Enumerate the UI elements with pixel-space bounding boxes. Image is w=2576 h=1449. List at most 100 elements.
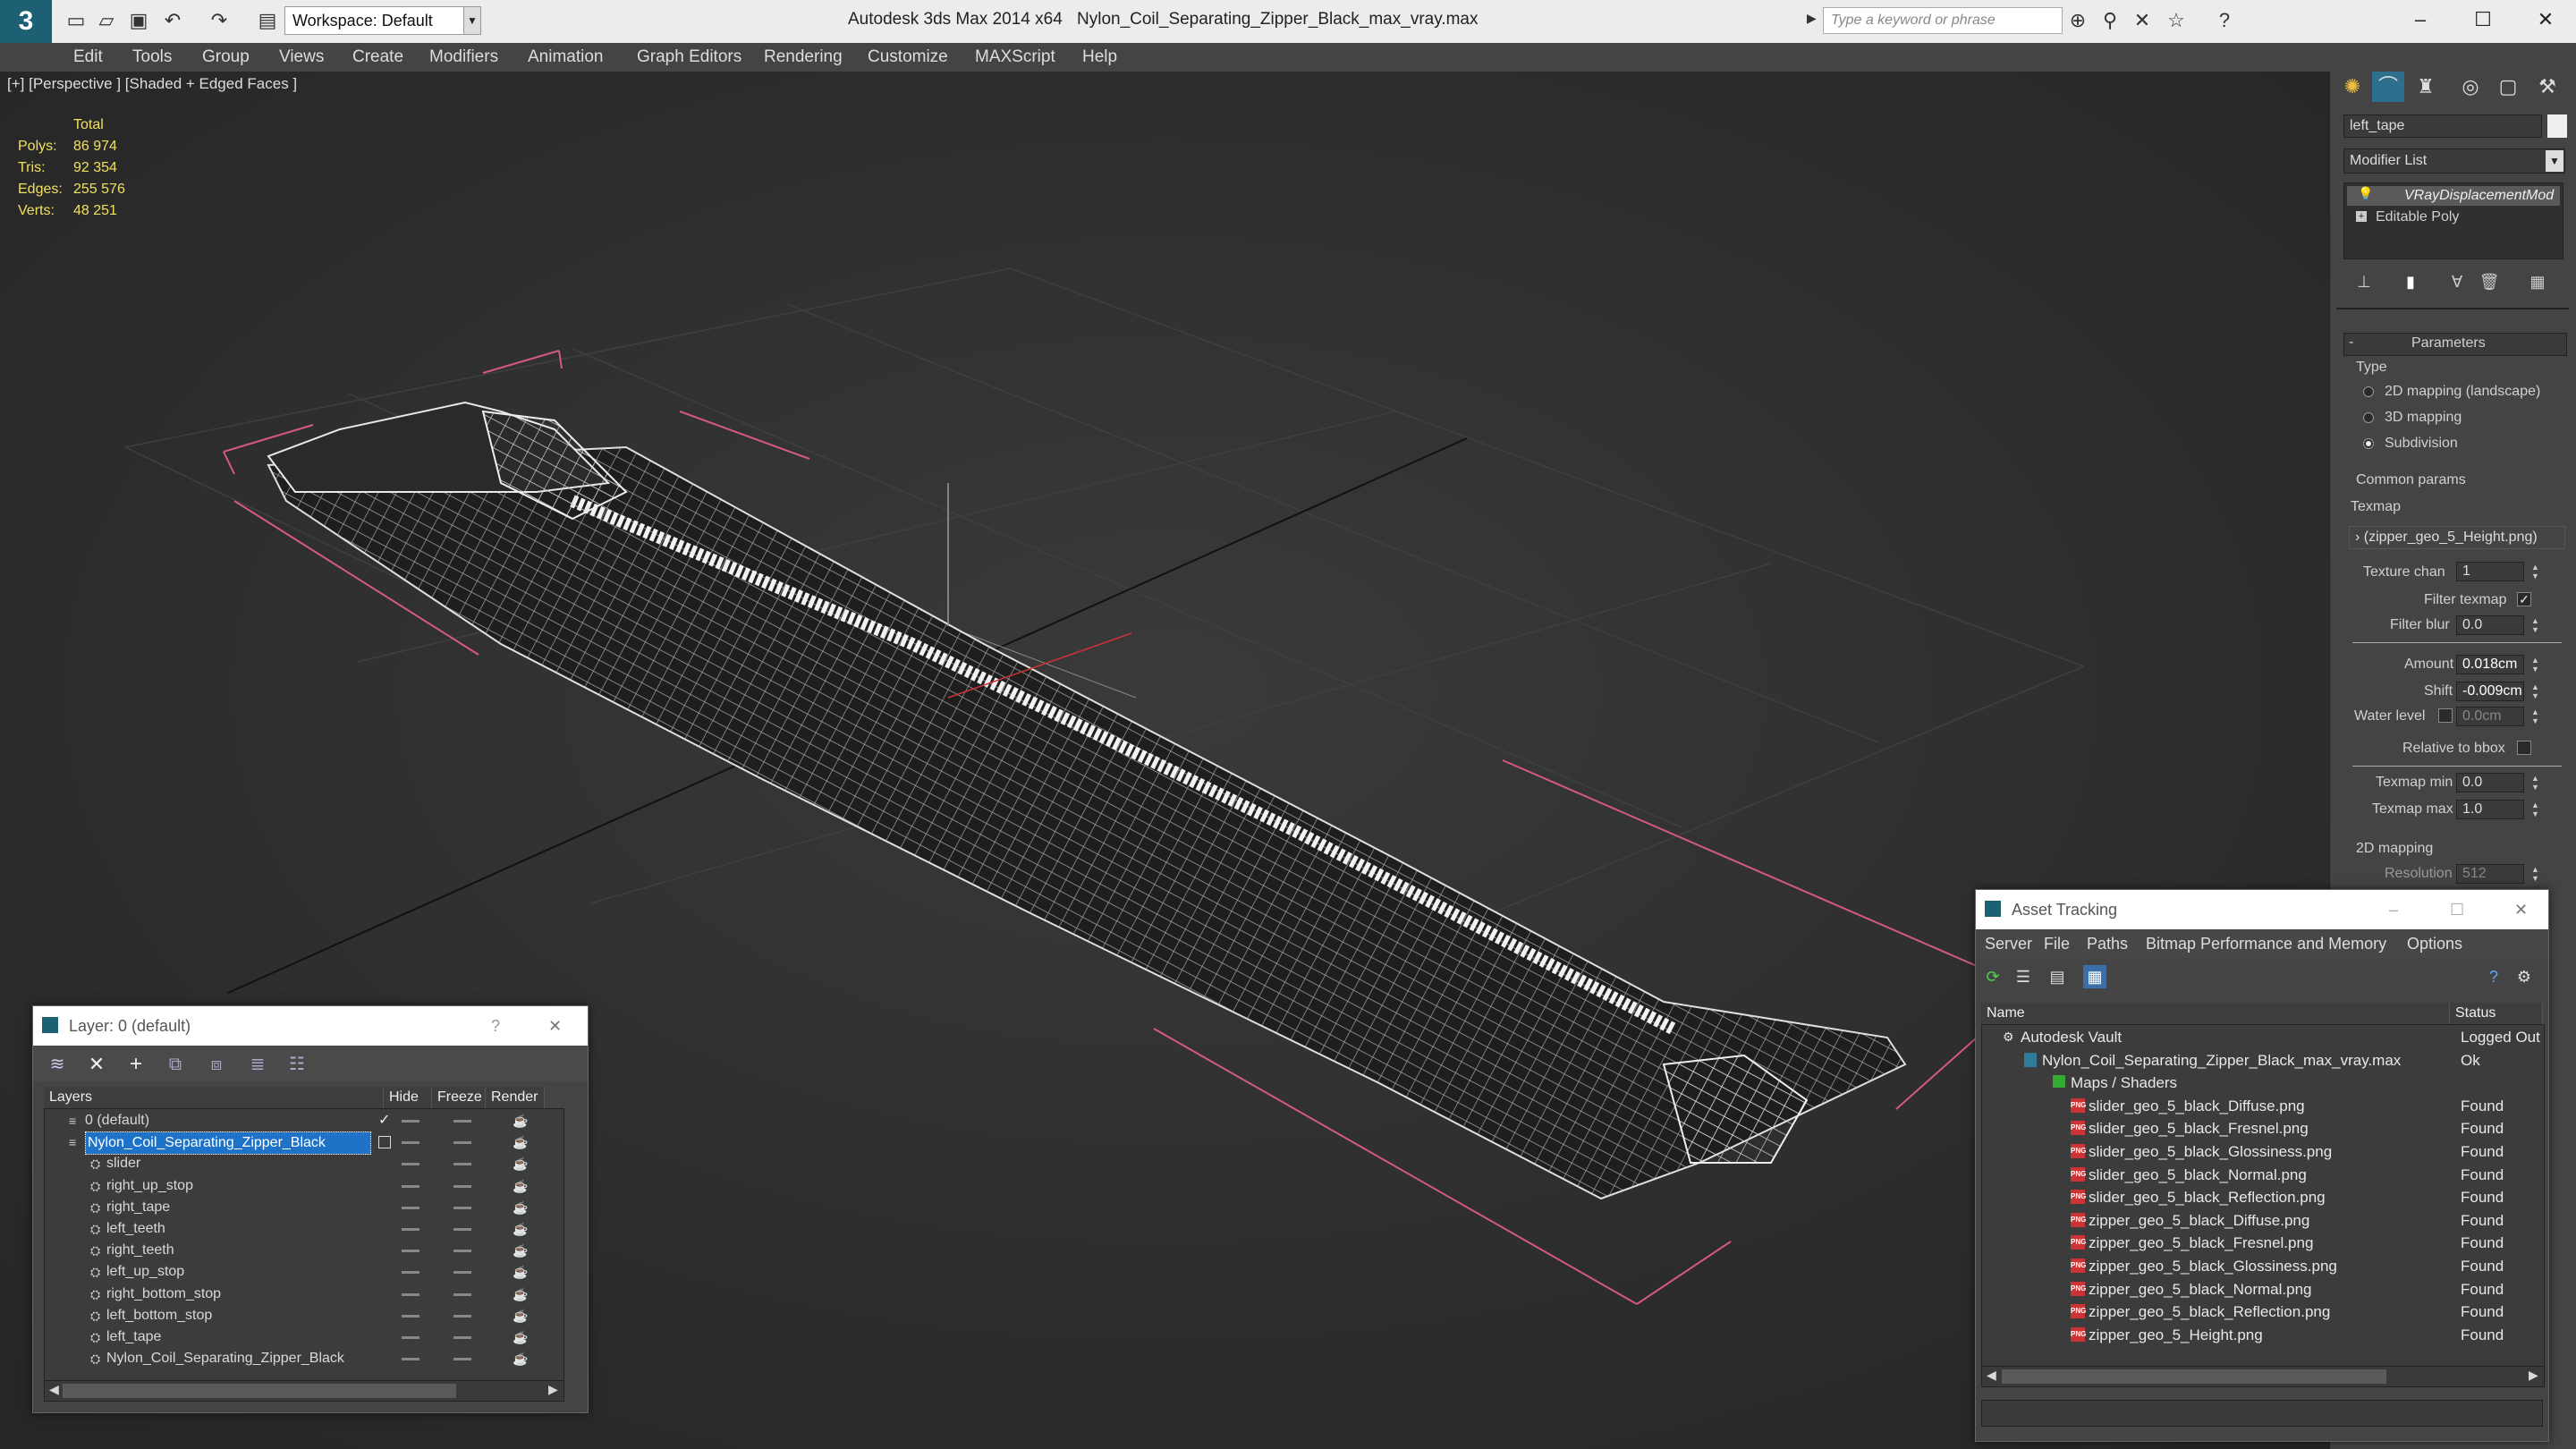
motion-tab-icon[interactable]: ◎ bbox=[2454, 72, 2487, 102]
menu-group[interactable]: Group bbox=[202, 43, 250, 72]
modifier-list-dropdown[interactable]: Modifier List bbox=[2343, 148, 2565, 174]
hide-toggle[interactable] bbox=[402, 1250, 419, 1253]
freeze-toggle[interactable] bbox=[453, 1120, 471, 1123]
hide-toggle[interactable] bbox=[402, 1314, 419, 1318]
radio-3d-mapping[interactable] bbox=[2363, 412, 2374, 423]
scroll-left-icon[interactable]: ◀ bbox=[1987, 1368, 1996, 1383]
thumbnail-view-icon[interactable]: ▤ bbox=[2046, 965, 2069, 988]
freeze-toggle[interactable] bbox=[453, 1292, 471, 1296]
menu-maxscript[interactable]: MAXScript bbox=[975, 43, 1055, 72]
help-icon[interactable]: ? bbox=[2213, 9, 2236, 32]
search-arrow-icon[interactable]: ▶ bbox=[1807, 11, 1817, 26]
hide-freeze-icon[interactable]: ☷ bbox=[285, 1053, 309, 1076]
render-teapot-icon[interactable]: ☕ bbox=[513, 1197, 528, 1218]
render-teapot-icon[interactable]: ☕ bbox=[513, 1240, 528, 1261]
chevron-down-icon[interactable]: ▼ bbox=[463, 6, 481, 35]
add-to-layer-icon[interactable]: + bbox=[124, 1053, 148, 1076]
hide-toggle[interactable] bbox=[402, 1141, 419, 1145]
minimize-button[interactable]: – bbox=[2394, 4, 2447, 36]
undo-icon[interactable]: ↶ bbox=[161, 9, 184, 32]
freeze-toggle[interactable] bbox=[453, 1184, 471, 1188]
layer-row[interactable]: ⛭ Nylon_Coil_Separating_Zipper_Black ☕ bbox=[46, 1348, 561, 1369]
asset-menu-server[interactable]: Server bbox=[1985, 929, 2032, 958]
hide-toggle[interactable] bbox=[402, 1292, 419, 1296]
freeze-toggle[interactable] bbox=[453, 1250, 471, 1253]
water-level-input[interactable]: 0.0cm bbox=[2456, 707, 2524, 726]
project-folder-icon[interactable]: ▤ bbox=[256, 9, 279, 32]
hide-toggle[interactable] bbox=[402, 1228, 419, 1231]
column-hide[interactable]: Hide bbox=[384, 1087, 432, 1108]
amount-input[interactable]: 0.018cm bbox=[2456, 655, 2524, 674]
help-icon[interactable]: ? bbox=[2482, 965, 2505, 988]
resolution-input[interactable]: 512 bbox=[2456, 864, 2524, 884]
water-level-checkbox[interactable] bbox=[2438, 708, 2453, 723]
render-teapot-icon[interactable]: ☕ bbox=[513, 1284, 528, 1305]
asset-row[interactable]: PNG zipper_geo_5_black_Normal.png Found bbox=[1983, 1278, 2541, 1301]
create-layer-icon[interactable]: ≋ bbox=[46, 1053, 69, 1076]
layer-row[interactable]: ⛭ slider ☕ bbox=[46, 1153, 561, 1174]
texmap-max-input[interactable]: 1.0 bbox=[2456, 800, 2524, 819]
menu-graph-editors[interactable]: Graph Editors bbox=[637, 43, 741, 72]
asset-row[interactable]: ⚙ Autodesk Vault Logged Out bbox=[1983, 1026, 2541, 1048]
render-teapot-icon[interactable]: ☕ bbox=[513, 1348, 528, 1369]
menu-help[interactable]: Help bbox=[1082, 43, 1117, 72]
minimize-button[interactable]: – bbox=[2389, 890, 2398, 929]
hide-toggle[interactable] bbox=[402, 1184, 419, 1188]
hide-toggle[interactable] bbox=[402, 1206, 419, 1209]
object-color-swatch[interactable] bbox=[2547, 114, 2567, 138]
subscription-icon[interactable]: ✕ bbox=[2131, 9, 2154, 32]
spinner-arrows-icon[interactable]: ▲ ▼ bbox=[2531, 563, 2544, 580]
render-teapot-icon[interactable]: ☕ bbox=[513, 1110, 528, 1131]
spinner-arrows-icon[interactable]: ▲ ▼ bbox=[2531, 682, 2544, 700]
freeze-toggle[interactable] bbox=[453, 1358, 471, 1361]
active-layer-check-icon[interactable]: ✓ bbox=[378, 1110, 390, 1131]
layer-window-titlebar[interactable]: Layer: 0 (default) ? ✕ bbox=[33, 1006, 588, 1046]
stack-item-poly-label[interactable]: Editable Poly bbox=[2376, 209, 2459, 225]
layer-row[interactable]: ⛭ right_tape ☕ bbox=[46, 1197, 561, 1218]
menu-views[interactable]: Views bbox=[279, 43, 324, 72]
scroll-right-icon[interactable]: ▶ bbox=[548, 1382, 558, 1397]
layer-row[interactable]: ⛭ right_bottom_stop ☕ bbox=[46, 1284, 561, 1305]
render-teapot-icon[interactable]: ☕ bbox=[513, 1261, 528, 1283]
display-tab-icon[interactable]: ▢ bbox=[2492, 72, 2524, 102]
scroll-left-icon[interactable]: ◀ bbox=[49, 1382, 59, 1397]
chevron-down-icon[interactable]: ▼ bbox=[2546, 150, 2563, 172]
column-render[interactable]: Render bbox=[486, 1087, 545, 1108]
freeze-toggle[interactable] bbox=[453, 1141, 471, 1145]
refresh-icon[interactable]: ⟳ bbox=[1981, 965, 2004, 988]
hide-toggle[interactable] bbox=[402, 1271, 419, 1275]
close-icon[interactable]: ✕ bbox=[548, 1006, 562, 1046]
menu-modifiers[interactable]: Modifiers bbox=[429, 43, 498, 72]
asset-row[interactable]: PNG slider_geo_5_black_Fresnel.png Found bbox=[1983, 1117, 2541, 1140]
asset-row[interactable]: PNG zipper_geo_5_black_Fresnel.png Found bbox=[1983, 1232, 2541, 1254]
render-teapot-icon[interactable]: ☕ bbox=[513, 1326, 528, 1348]
spinner-arrows-icon[interactable]: ▲ ▼ bbox=[2531, 774, 2544, 792]
close-window-button[interactable]: ✕ bbox=[2519, 4, 2572, 36]
horizontal-scrollbar[interactable] bbox=[1981, 1366, 2545, 1387]
texmap-button[interactable]: › (zipper_geo_5_Height.png) bbox=[2349, 526, 2565, 549]
render-teapot-icon[interactable]: ☕ bbox=[513, 1175, 528, 1197]
freeze-toggle[interactable] bbox=[453, 1228, 471, 1231]
configure-modifier-sets-icon[interactable]: ▦ bbox=[2526, 270, 2549, 293]
redo-icon[interactable]: ↷ bbox=[208, 9, 231, 32]
layer-row[interactable]: ⛭ left_teeth ☕ bbox=[46, 1218, 561, 1240]
menu-rendering[interactable]: Rendering bbox=[764, 43, 843, 72]
spinner-arrows-icon[interactable]: ▲ ▼ bbox=[2531, 801, 2544, 818]
lightbulb-icon[interactable]: 💡 bbox=[2358, 186, 2373, 201]
asset-window-titlebar[interactable]: Asset Tracking – ☐ ✕ bbox=[1976, 890, 2548, 929]
asset-row[interactable]: Nylon_Coil_Separating_Zipper_Black_max_v… bbox=[1983, 1049, 2541, 1072]
expand-plus-icon[interactable]: + bbox=[2356, 211, 2367, 222]
make-unique-icon[interactable]: ∀ bbox=[2445, 270, 2469, 293]
asset-menu-bitmap[interactable]: Bitmap Performance and Memory bbox=[2146, 929, 2386, 958]
layer-row[interactable]: ≡ Nylon_Coil_Separating_Zipper_Black ☕ bbox=[46, 1131, 561, 1156]
render-teapot-icon[interactable]: ☕ bbox=[513, 1153, 528, 1174]
highlight-layer-icon[interactable]: ≣ bbox=[246, 1053, 269, 1076]
maximize-button[interactable]: ☐ bbox=[2456, 4, 2510, 36]
radio-2d-mapping[interactable] bbox=[2363, 386, 2374, 397]
table-view-icon[interactable]: ▦ bbox=[2083, 965, 2106, 988]
scroll-thumb[interactable] bbox=[63, 1384, 456, 1398]
open-file-icon[interactable]: ▱ bbox=[95, 9, 118, 32]
modify-tab-icon[interactable]: ⌒ bbox=[2372, 72, 2404, 102]
app-logo-icon[interactable]: 3 bbox=[0, 0, 52, 43]
texture-chan-input[interactable]: 1 bbox=[2456, 562, 2524, 581]
